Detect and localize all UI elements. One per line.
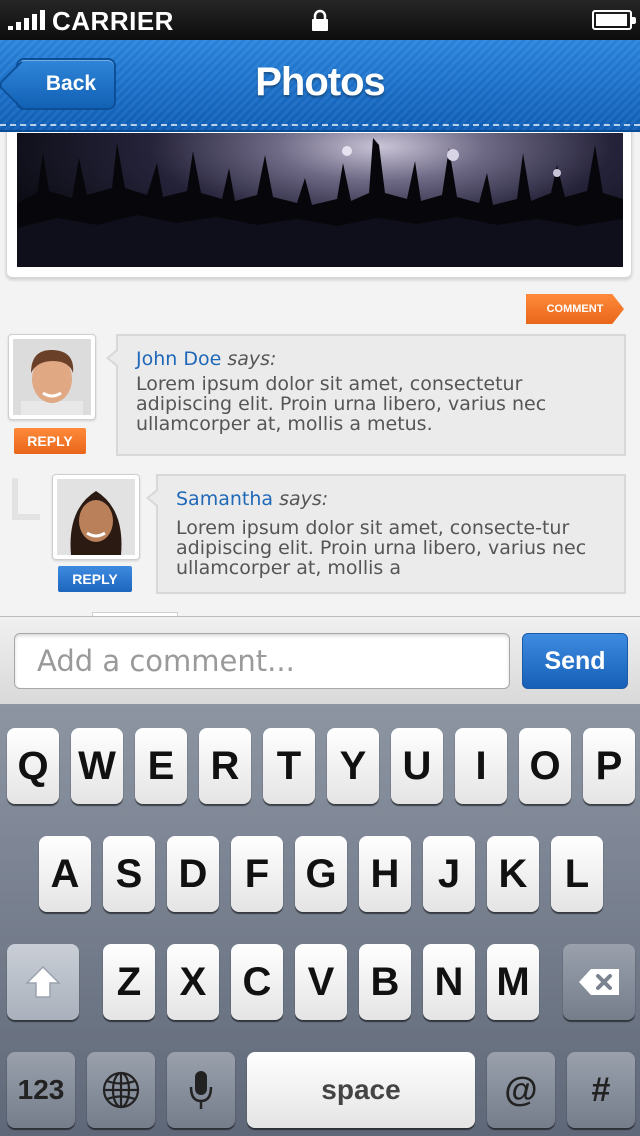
photo-card [6,132,632,278]
backspace-icon [579,969,619,995]
comment-header: Samantha says: [176,488,608,510]
reply-button[interactable]: REPLY [58,566,132,592]
comment-input[interactable] [14,633,510,689]
samantha-avatar-image [57,479,135,555]
key-s[interactable]: S [103,836,155,912]
key-f[interactable]: F [231,836,283,912]
hash-key[interactable]: # [567,1052,635,1128]
reply-button[interactable]: REPLY [14,428,86,454]
key-x[interactable]: X [167,944,219,1020]
key-k[interactable]: K [487,836,539,912]
key-m[interactable]: M [487,944,539,1020]
globe-icon [102,1071,140,1109]
numbers-key[interactable]: 123 [7,1052,75,1128]
key-i[interactable]: I [455,728,507,804]
space-key[interactable]: space [247,1052,475,1128]
avatar[interactable] [8,334,96,420]
key-l[interactable]: L [551,836,603,912]
comment-text: Lorem ipsum dolor sit amet, consectetur … [136,373,547,435]
key-z[interactable]: Z [103,944,155,1020]
back-button[interactable]: Back [16,58,116,110]
nav-bar: Back Photos [0,40,640,132]
key-d[interactable]: D [167,836,219,912]
john-doe-avatar-image [13,339,91,415]
says-label: says: [279,488,329,510]
lock-icon [312,9,328,31]
key-h[interactable]: H [359,836,411,912]
battery-icon [592,10,636,30]
key-w[interactable]: W [71,728,123,804]
concert-photo[interactable] [17,133,623,267]
send-button[interactable]: Send [522,633,628,689]
backspace-key[interactable] [563,944,635,1020]
back-button-label: Back [45,72,97,95]
microphone-icon [189,1071,213,1109]
comment-author[interactable]: John Doe [136,348,221,370]
key-r[interactable]: R [199,728,251,804]
keyboard: Q W E R T Y U I O P A S D F G H J K L Z … [0,704,640,1136]
says-label: says: [227,348,277,370]
status-bar: CARRIER [0,0,640,40]
comment-bubble: John Doe says: Lorem ipsum dolor sit ame… [106,334,626,456]
globe-key[interactable] [87,1052,155,1128]
key-u[interactable]: U [391,728,443,804]
comment-bubble: Samantha says: Lorem ipsum dolor sit ame… [146,474,626,594]
key-j[interactable]: J [423,836,475,912]
comment-header: John Doe says: [136,348,608,370]
crowd-silhouette [17,138,623,267]
key-n[interactable]: N [423,944,475,1020]
shift-key[interactable] [7,944,79,1020]
at-key[interactable]: @ [487,1052,555,1128]
comment-button[interactable]: COMMENT [526,294,624,324]
comment-text: Lorem ipsum dolor sit amet, consecte-tur… [176,517,587,579]
page-title: Photos [255,60,386,104]
key-b[interactable]: B [359,944,411,1020]
key-p[interactable]: P [583,728,635,804]
key-t[interactable]: T [263,728,315,804]
key-v[interactable]: V [295,944,347,1020]
shift-icon [25,965,61,998]
key-c[interactable]: C [231,944,283,1020]
thread-connector [12,478,40,520]
comments-feed[interactable]: COMMENT REPLY John Doe says: Lorem ipsum… [0,132,640,616]
signal-icon [8,10,45,30]
key-y[interactable]: Y [327,728,379,804]
key-e[interactable]: E [135,728,187,804]
key-g[interactable]: G [295,836,347,912]
key-q[interactable]: Q [7,728,59,804]
avatar[interactable] [52,474,140,560]
microphone-key[interactable] [167,1052,235,1128]
comment-author[interactable]: Samantha [176,488,273,510]
key-o[interactable]: O [519,728,571,804]
key-a[interactable]: A [39,836,91,912]
carrier-label: CARRIER [52,6,174,36]
comment-input-bar: Send [0,616,640,704]
